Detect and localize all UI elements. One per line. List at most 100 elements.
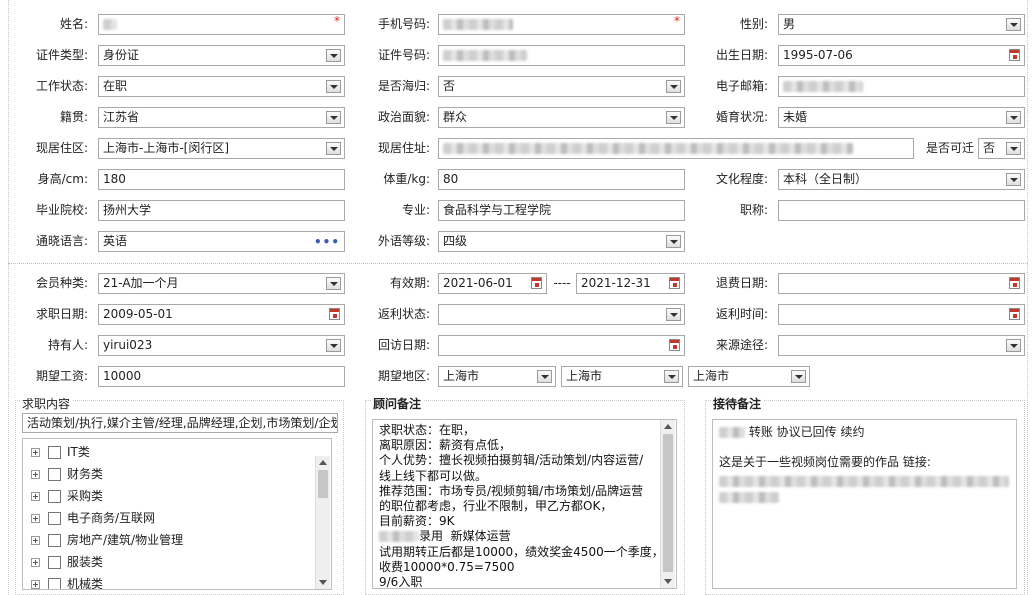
refund-date-field[interactable] — [778, 273, 1025, 294]
tree-item[interactable]: 机械类 — [31, 575, 103, 589]
chevron-down-icon[interactable] — [666, 308, 681, 321]
job-category-tree[interactable]: IT类 财务类 采购类 电子商务/互联网 房地产/建筑/物业管理 服装类 机械类 — [22, 438, 332, 590]
weight-field[interactable]: 80 — [438, 169, 685, 190]
redacted-name — [103, 19, 117, 30]
expand-icon[interactable] — [31, 448, 40, 457]
id-type-select[interactable]: 身份证 — [98, 45, 345, 66]
height-field[interactable]: 180 — [98, 169, 345, 190]
expand-icon[interactable] — [31, 558, 40, 567]
scroll-thumb[interactable] — [663, 434, 673, 572]
reception-notes-textarea[interactable]: 转账 协议已回传 续约 这是关于一些视频岗位需要的作品 链接: — [712, 419, 1017, 589]
gender-select[interactable]: 男 — [778, 14, 1025, 35]
rebate-time-field[interactable] — [778, 304, 1025, 325]
origin-select[interactable]: 江苏省 — [98, 107, 345, 128]
checkbox[interactable] — [48, 556, 61, 569]
marital-select[interactable]: 未婚 — [778, 107, 1025, 128]
area-district-select[interactable]: 上海市 — [688, 366, 810, 387]
scroll-up-icon[interactable] — [664, 424, 672, 429]
checkbox[interactable] — [48, 534, 61, 547]
tree-item[interactable]: 房地产/建筑/物业管理 — [31, 531, 183, 549]
returnee-select[interactable]: 否 — [438, 76, 685, 97]
expand-icon[interactable] — [31, 514, 40, 523]
expand-icon[interactable] — [31, 580, 40, 589]
member-type-select[interactable]: 21-A加一个月 — [98, 273, 345, 294]
salary-field[interactable]: 10000 — [98, 366, 345, 387]
chevron-down-icon[interactable] — [326, 277, 341, 290]
valid-to-field[interactable]: 2021-12-31 — [576, 273, 685, 294]
birth-date-field[interactable]: 1995-07-06 — [778, 45, 1025, 66]
chevron-down-icon[interactable] — [791, 370, 806, 383]
relocate-label: 是否可迁 — [925, 141, 974, 155]
language-field[interactable]: 英语 ••• — [98, 231, 345, 252]
relocate-value: 否 — [983, 141, 996, 155]
chevron-down-icon[interactable] — [1006, 173, 1021, 186]
checkbox[interactable] — [48, 490, 61, 503]
job-content-selected[interactable]: 活动策划/执行,媒介主管/经理,品牌经理,企划,市场策划/企划 — [22, 413, 338, 433]
residence-area-select[interactable]: 上海市-上海市-[闵行区] — [98, 138, 345, 159]
visit-date-field[interactable] — [438, 335, 685, 356]
job-date-field[interactable]: 2009-05-01 — [98, 304, 345, 325]
tree-scrollbar[interactable] — [315, 456, 330, 589]
source-select[interactable] — [778, 335, 1025, 356]
tree-item[interactable]: 服装类 — [31, 553, 103, 571]
checkbox[interactable] — [48, 468, 61, 481]
checkbox[interactable] — [48, 446, 61, 459]
tree-item[interactable]: 财务类 — [31, 465, 103, 483]
scroll-up-icon[interactable] — [319, 460, 327, 465]
lang-level-select[interactable]: 四级 — [438, 231, 685, 252]
advisor-notes-textarea[interactable]: 求职状态：在职， 离职原因：薪资有点低， 个人优势：擅长视频拍摄剪辑/活动策划/… — [372, 419, 677, 589]
id-no-field[interactable] — [438, 45, 685, 66]
scroll-down-icon[interactable] — [319, 580, 327, 585]
calendar-icon[interactable] — [1009, 308, 1020, 320]
area-province-select[interactable]: 上海市 — [438, 366, 556, 387]
more-icon[interactable]: ••• — [314, 233, 340, 251]
relocate-select[interactable]: 否 — [978, 138, 1025, 159]
chevron-down-icon[interactable] — [1006, 339, 1021, 352]
area-city-select[interactable]: 上海市 — [561, 366, 683, 387]
calendar-icon[interactable] — [669, 277, 680, 289]
name-field[interactable]: * — [98, 14, 345, 35]
lang-level-value: 四级 — [443, 234, 468, 248]
education-select[interactable]: 本科（全日制） — [778, 169, 1025, 190]
calendar-icon[interactable] — [1009, 49, 1020, 61]
residence-addr-field[interactable] — [438, 138, 914, 159]
political-select[interactable]: 群众 — [438, 107, 685, 128]
calendar-icon[interactable] — [1009, 277, 1020, 289]
scroll-down-icon[interactable] — [664, 579, 672, 584]
chevron-down-icon[interactable] — [537, 370, 552, 383]
tree-item[interactable]: 采购类 — [31, 487, 103, 505]
chevron-down-icon[interactable] — [664, 370, 679, 383]
expand-icon[interactable] — [31, 492, 40, 501]
email-field[interactable] — [778, 76, 1025, 97]
scroll-thumb[interactable] — [318, 470, 328, 498]
school-field[interactable]: 扬州大学 — [98, 200, 345, 221]
chevron-down-icon[interactable] — [666, 111, 681, 124]
major-field[interactable]: 食品科学与工程学院 — [438, 200, 685, 221]
chevron-down-icon[interactable] — [1006, 111, 1021, 124]
chevron-down-icon[interactable] — [1006, 142, 1021, 155]
chevron-down-icon[interactable] — [326, 80, 341, 93]
calendar-icon[interactable] — [669, 339, 680, 351]
work-status-select[interactable]: 在职 — [98, 76, 345, 97]
expand-icon[interactable] — [31, 536, 40, 545]
chevron-down-icon[interactable] — [326, 339, 341, 352]
holder-select[interactable]: yirui023 — [98, 335, 345, 356]
valid-from-field[interactable]: 2021-06-01 — [438, 273, 547, 294]
chevron-down-icon[interactable] — [666, 235, 681, 248]
tree-item[interactable]: IT类 — [31, 443, 90, 461]
chevron-down-icon[interactable] — [326, 49, 341, 62]
calendar-icon[interactable] — [329, 308, 340, 320]
chevron-down-icon[interactable] — [1006, 18, 1021, 31]
title-field[interactable] — [778, 200, 1025, 221]
checkbox[interactable] — [48, 578, 61, 589]
rebate-status-select[interactable] — [438, 304, 685, 325]
expand-icon[interactable] — [31, 470, 40, 479]
tree-item[interactable]: 电子商务/互联网 — [31, 509, 155, 527]
chevron-down-icon[interactable] — [666, 80, 681, 93]
chevron-down-icon[interactable] — [326, 142, 341, 155]
chevron-down-icon[interactable] — [326, 111, 341, 124]
phone-field[interactable]: * — [438, 14, 685, 35]
calendar-icon[interactable] — [531, 277, 542, 289]
checkbox[interactable] — [48, 512, 61, 525]
notes-scrollbar[interactable] — [660, 420, 675, 588]
